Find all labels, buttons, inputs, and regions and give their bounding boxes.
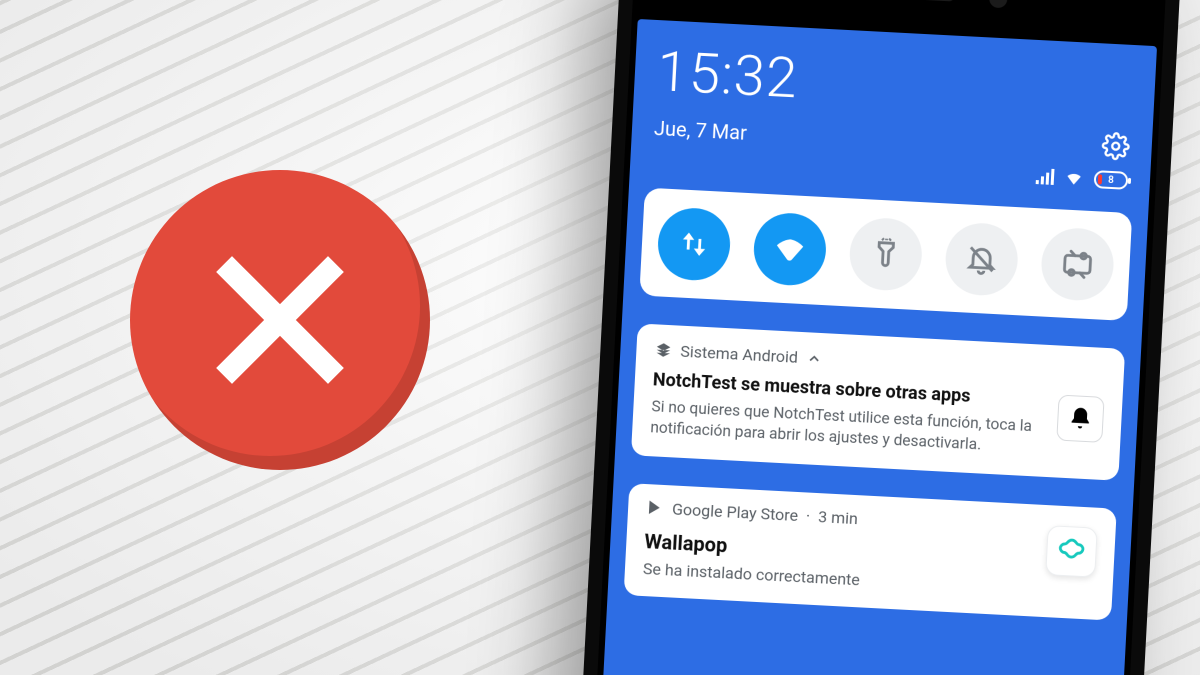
flashlight-icon [868,236,904,272]
qs-dnd-toggle[interactable] [944,221,1020,297]
wallapop-app-icon [1045,525,1098,578]
notification-age: 3 min [818,507,859,528]
cloud-icon [1054,533,1090,569]
battery-percent: 8 [1108,174,1114,185]
wifi-icon [772,231,808,267]
close-icon [200,240,360,400]
notification-app-name: Google Play Store [672,499,799,525]
date: Jue, 7 Mar [653,116,747,145]
screenshot-icon [1060,246,1096,282]
bell-off-icon [964,241,1000,277]
phone-camera [989,0,1008,8]
phone-mockup: 15:32 Jue, 7 Mar [568,0,1182,675]
bell-icon [1067,405,1094,432]
play-store-icon [646,498,665,517]
layers-icon [654,341,673,360]
phone-screen: 15:32 Jue, 7 Mar [593,19,1158,675]
notification-app-icon [1056,395,1104,443]
quick-settings-panel [639,188,1132,321]
settings-button[interactable] [1101,131,1131,164]
gear-icon [1101,131,1130,160]
status-header: 15:32 Jue, 7 Mar [630,19,1157,202]
error-x-badge [130,170,430,470]
notification-card-system[interactable]: Sistema Android NotchTest se muestra sob… [631,323,1125,480]
battery-indicator: 8 [1094,170,1129,190]
chevron-up-icon[interactable] [806,350,823,367]
qs-screenshot-toggle[interactable] [1040,226,1116,302]
stage: 15:32 Jue, 7 Mar [0,0,1200,675]
qs-wifi-toggle[interactable] [752,211,828,287]
notification-app-name: Sistema Android [680,342,799,367]
notification-card-playstore[interactable]: Google Play Store · 3 min Wallapop Se ha… [624,483,1117,620]
phone-earpiece [844,0,954,2]
dot-separator: · [806,506,811,525]
qs-flashlight-toggle[interactable] [848,216,924,292]
signal-icon [1036,168,1055,185]
wifi-icon [1064,168,1085,189]
qs-data-toggle[interactable] [656,206,732,282]
data-arrows-icon [676,226,712,262]
